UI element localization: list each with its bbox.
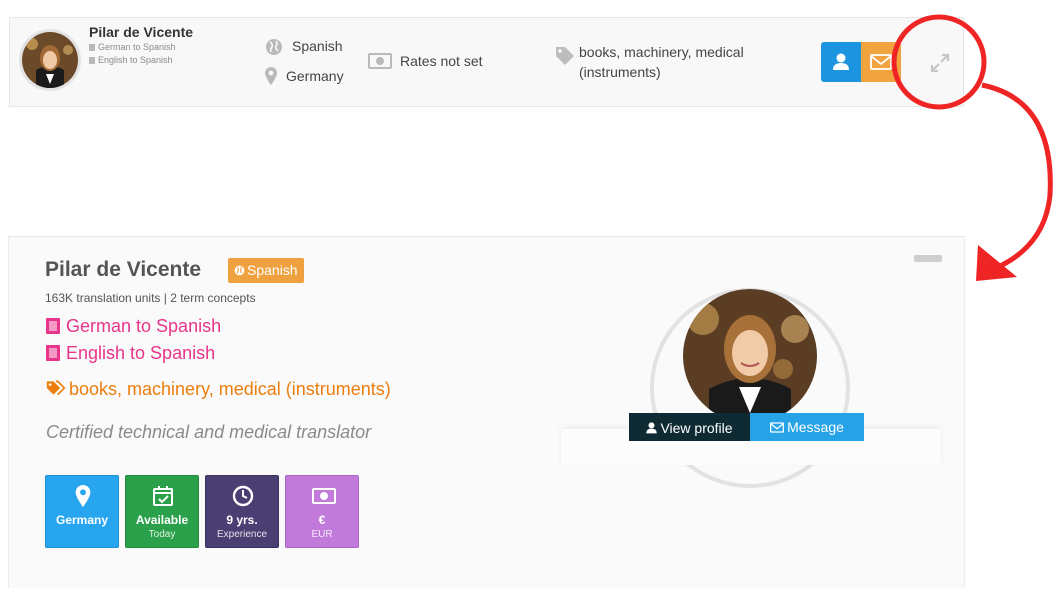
country: Germany <box>286 68 344 84</box>
translate-icon <box>89 57 95 64</box>
tag-icon <box>556 47 574 65</box>
language-pair[interactable]: English to Spanish <box>46 343 215 364</box>
translate-icon <box>89 44 95 51</box>
view-profile-button[interactable] <box>821 42 861 82</box>
language-pair: German to Spanish <box>89 42 176 52</box>
subjects: books, machinery, medical (instruments) <box>46 379 391 400</box>
map-marker-icon <box>265 67 277 85</box>
user-icon <box>646 422 658 434</box>
subjects: books, machinery, medical <box>579 44 744 60</box>
globe-icon <box>266 39 282 55</box>
money-icon <box>368 53 392 69</box>
tile-currency: € EUR <box>285 475 359 548</box>
translate-icon <box>46 318 60 334</box>
native-language: Spanish <box>292 38 343 54</box>
view-profile-button[interactable]: View profile <box>629 413 750 441</box>
envelope-icon <box>770 422 785 433</box>
clock-icon <box>232 485 254 507</box>
map-marker-icon <box>75 485 91 507</box>
stats-text: 163K translation units | 2 term concepts <box>45 291 256 305</box>
language-pair[interactable]: German to Spanish <box>46 316 221 337</box>
message-button[interactable]: Message <box>750 413 864 441</box>
translator-name[interactable]: Pilar de Vicente <box>45 258 201 282</box>
user-icon <box>833 53 849 70</box>
translator-name[interactable]: Pilar de Vicente <box>89 24 193 40</box>
language-pair: English to Spanish <box>89 55 173 65</box>
avatar[interactable] <box>683 289 817 423</box>
translate-icon <box>46 345 60 361</box>
globe-icon <box>234 265 245 276</box>
rates: Rates not set <box>400 53 483 69</box>
tile-location: Germany <box>45 475 119 548</box>
calendar-check-icon <box>153 486 173 506</box>
tile-availability: Available Today <box>125 475 199 548</box>
tile-experience: 9 yrs. Experience <box>205 475 279 548</box>
native-language-badge: Spanish <box>228 258 304 283</box>
tags-icon <box>46 380 66 396</box>
avatar[interactable] <box>19 29 81 91</box>
subjects: (instruments) <box>579 64 661 80</box>
tagline: Certified technical and medical translat… <box>46 422 372 442</box>
minimize-button[interactable] <box>914 255 942 262</box>
money-icon <box>312 488 336 504</box>
